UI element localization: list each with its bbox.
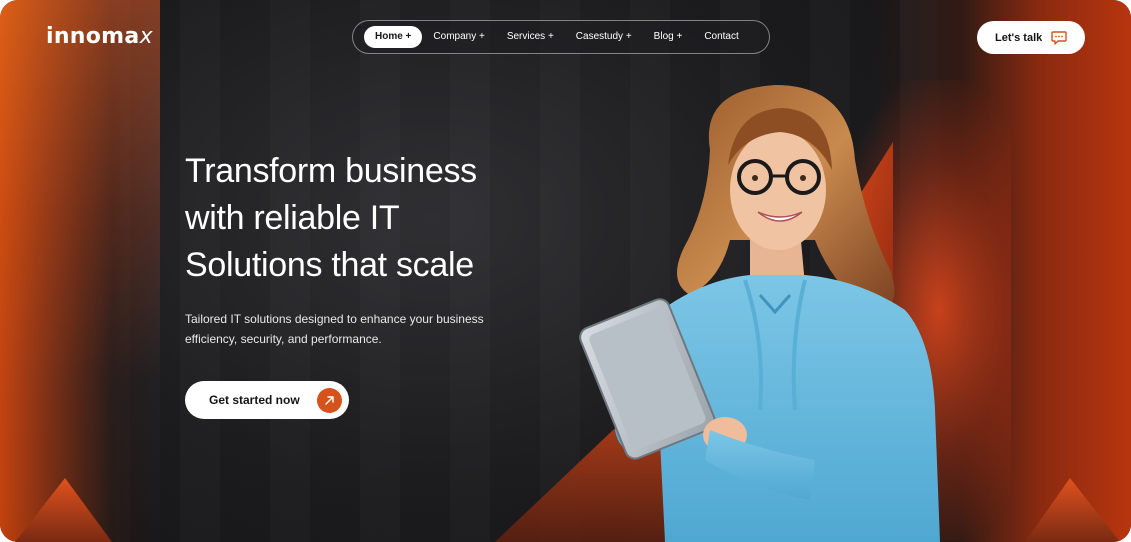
nav-item-contact[interactable]: Contact <box>693 26 749 48</box>
brand-logo-text: innoma <box>46 24 140 49</box>
hero-headline-line-3: Solutions that scale <box>185 246 474 284</box>
main-nav: Home + Company + Services + Casestudy + … <box>352 20 770 54</box>
get-started-button[interactable]: Get started now <box>185 381 349 419</box>
hero-subtext: Tailored IT solutions designed to enhanc… <box>185 309 525 349</box>
nav-item-home[interactable]: Home + <box>364 26 423 48</box>
get-started-label: Get started now <box>209 393 300 407</box>
lets-talk-label: Let's talk <box>995 31 1043 44</box>
hero-headline: Transform business with reliable IT Solu… <box>185 148 565 289</box>
nav-item-blog[interactable]: Blog + <box>643 26 694 48</box>
nav-item-services[interactable]: Services + <box>496 26 565 48</box>
nav-item-company[interactable]: Company + <box>422 26 495 48</box>
arrow-up-right-icon <box>317 388 342 413</box>
lets-talk-button[interactable]: Let's talk <box>977 21 1085 54</box>
hero-subtext-line-1: Tailored IT solutions designed to enhanc… <box>185 312 484 326</box>
chat-bubble-icon <box>1051 31 1067 45</box>
hero-section: innomax Home + Company + Services + Case… <box>0 0 1131 542</box>
hero-person-image <box>579 85 940 542</box>
hero-subtext-line-2: efficiency, security, and performance. <box>185 332 382 346</box>
nav-item-casestudy[interactable]: Casestudy + <box>565 26 643 48</box>
brand-logo[interactable]: innomax <box>46 24 153 49</box>
hero-headline-line-1: Transform business <box>185 152 477 190</box>
hero-headline-line-2: with reliable IT <box>185 199 400 237</box>
brand-logo-x: x <box>139 24 153 49</box>
